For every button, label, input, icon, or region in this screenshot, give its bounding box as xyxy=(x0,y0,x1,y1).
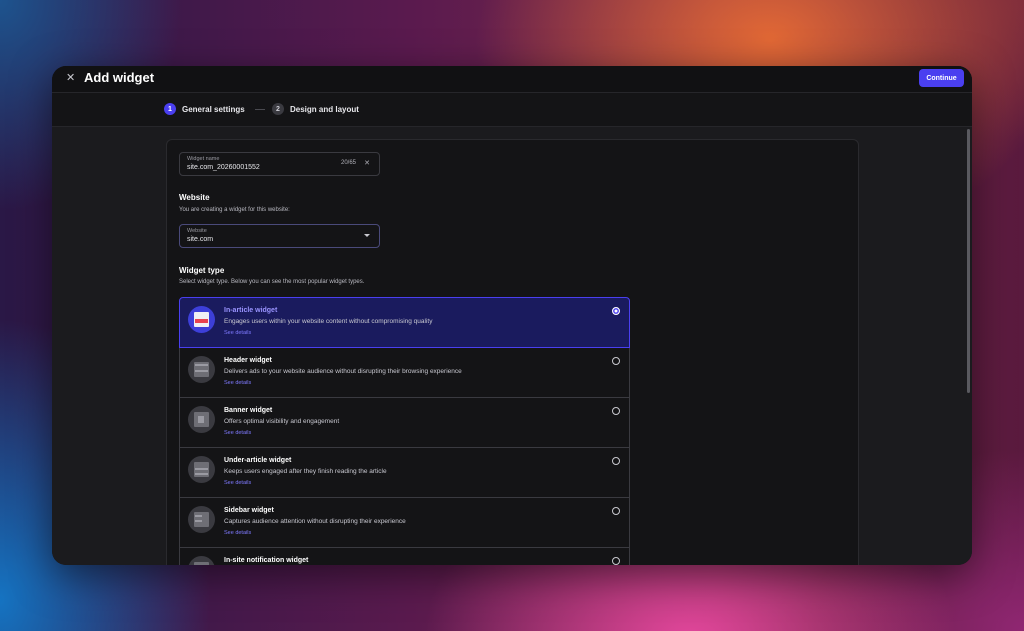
sidebar-widget-icon xyxy=(188,506,215,533)
stepper: 1 General settings 2 Design and layout xyxy=(52,93,972,127)
website-section-title: Website xyxy=(179,193,210,202)
step-number: 1 xyxy=(164,103,176,115)
continue-button[interactable]: Continue xyxy=(919,69,964,87)
option-description: Delivers ads to your website audience wi… xyxy=(224,368,462,375)
option-title: In-article widget xyxy=(224,307,278,314)
option-radio[interactable] xyxy=(612,507,620,515)
chevron-down-icon xyxy=(364,234,370,237)
widget-type-section-description: Select widget type. Below you can see th… xyxy=(179,279,365,285)
content-area: Widget name site.com_20260001552 20/65 ✕… xyxy=(52,127,972,565)
step-divider xyxy=(255,109,265,110)
option-title: Sidebar widget xyxy=(224,507,274,514)
widget-option-in-article[interactable]: In-article widget Engages users within y… xyxy=(179,297,630,348)
header-widget-icon xyxy=(188,356,215,383)
option-radio[interactable] xyxy=(612,557,620,565)
website-section-description: You are creating a widget for this websi… xyxy=(179,207,290,213)
see-details-link[interactable]: See details xyxy=(224,530,251,536)
widget-option-in-site-notification[interactable]: In-site notification widget xyxy=(179,548,630,565)
widget-option-header[interactable]: Header widget Delivers ads to your websi… xyxy=(179,348,630,398)
option-title: In-site notification widget xyxy=(224,557,309,564)
close-icon[interactable]: ✕ xyxy=(66,71,75,84)
under-article-widget-icon xyxy=(188,456,215,483)
option-description: Engages users within your website conten… xyxy=(224,318,433,325)
website-select-label: Website xyxy=(187,228,207,234)
widget-option-under-article[interactable]: Under-article widget Keeps users engaged… xyxy=(179,448,630,498)
option-title: Under-article widget xyxy=(224,457,292,464)
see-details-link[interactable]: See details xyxy=(224,330,251,336)
step-label: General settings xyxy=(182,104,245,114)
step-number: 2 xyxy=(272,103,284,115)
widget-option-sidebar[interactable]: Sidebar widget Captures audience attenti… xyxy=(179,498,630,548)
widget-name-label: Widget name xyxy=(187,156,220,162)
website-select-value: site.com xyxy=(187,236,214,243)
option-description: Offers optimal visibility and engagement xyxy=(224,418,340,425)
see-details-link[interactable]: See details xyxy=(224,380,251,386)
top-bar: ✕ Add widget Continue xyxy=(52,66,972,93)
option-description: Keeps users engaged after they finish re… xyxy=(224,468,387,475)
website-select[interactable]: Website site.com xyxy=(179,224,380,248)
widget-option-banner[interactable]: Banner widget Offers optimal visibility … xyxy=(179,398,630,448)
widget-name-value[interactable]: site.com_20260001552 xyxy=(187,164,260,171)
option-title: Banner widget xyxy=(224,407,273,414)
step-general-settings[interactable]: 1 General settings xyxy=(164,103,245,115)
option-radio[interactable] xyxy=(612,357,620,365)
in-article-widget-icon xyxy=(188,306,215,333)
option-title: Header widget xyxy=(224,357,272,364)
in-site-notification-widget-icon xyxy=(188,556,215,565)
add-widget-window: ✕ Add widget Continue 1 General settings… xyxy=(52,66,972,565)
page-title: Add widget xyxy=(84,70,155,85)
widget-type-section-title: Widget type xyxy=(179,266,225,275)
widget-type-list: In-article widget Engages users within y… xyxy=(179,297,630,565)
see-details-link[interactable]: See details xyxy=(224,430,251,436)
scrollbar[interactable] xyxy=(967,129,970,393)
step-label: Design and layout xyxy=(290,104,359,114)
option-description: Captures audience attention without disr… xyxy=(224,518,406,525)
banner-widget-icon xyxy=(188,406,215,433)
character-counter: 20/65 xyxy=(340,160,356,166)
step-design-and-layout[interactable]: 2 Design and layout xyxy=(272,103,359,115)
option-radio[interactable] xyxy=(612,407,620,415)
option-radio[interactable] xyxy=(612,457,620,465)
settings-card: Widget name site.com_20260001552 20/65 ✕… xyxy=(166,139,859,565)
option-radio[interactable] xyxy=(612,307,620,315)
clear-icon[interactable]: ✕ xyxy=(364,159,370,167)
widget-name-field[interactable]: Widget name site.com_20260001552 20/65 ✕ xyxy=(179,152,380,176)
see-details-link[interactable]: See details xyxy=(224,480,251,486)
